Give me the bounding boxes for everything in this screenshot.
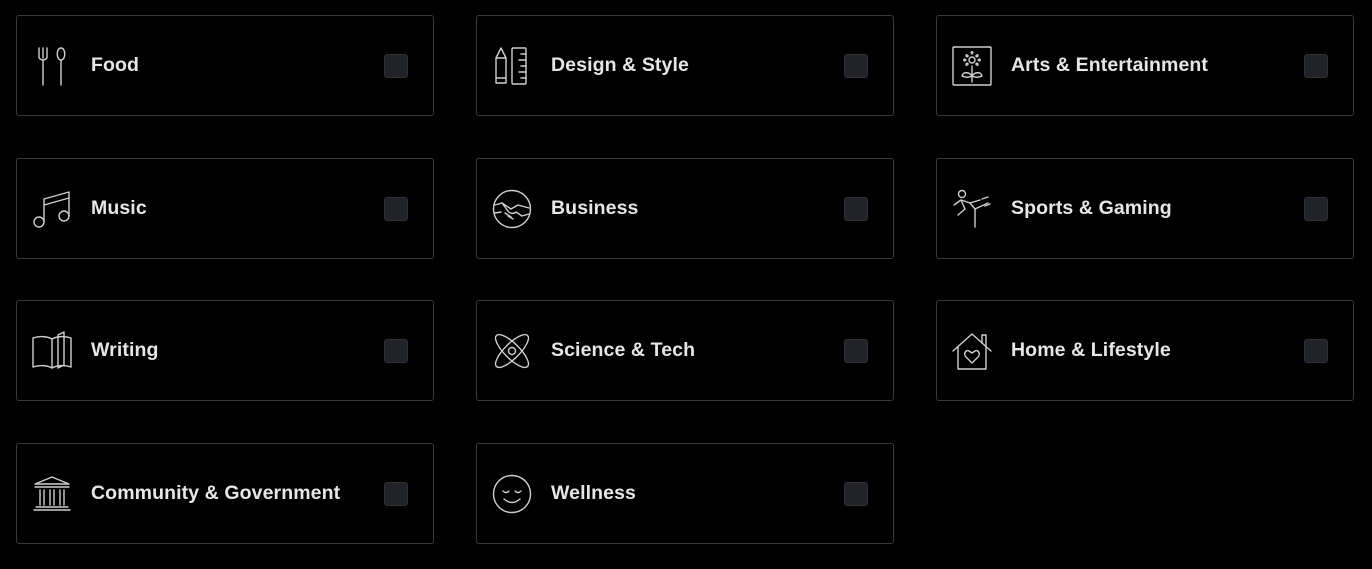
category-checkbox[interactable] xyxy=(1304,197,1328,221)
smiley-face-icon xyxy=(492,474,532,514)
category-grid: Food Design & Style Arts & Entertainment xyxy=(0,0,1372,569)
category-checkbox[interactable] xyxy=(844,54,868,78)
category-card-science-tech[interactable]: Science & Tech xyxy=(476,300,894,401)
category-label: Home & Lifestyle xyxy=(1011,339,1171,361)
category-checkbox[interactable] xyxy=(384,482,408,506)
category-label: Music xyxy=(91,197,147,219)
category-label: Writing xyxy=(91,339,159,361)
category-card-home-lifestyle[interactable]: Home & Lifestyle xyxy=(936,300,1354,401)
category-checkbox[interactable] xyxy=(384,197,408,221)
category-checkbox[interactable] xyxy=(844,482,868,506)
category-card-community-government[interactable]: Community & Government xyxy=(16,443,434,544)
category-card-arts-entertainment[interactable]: Arts & Entertainment xyxy=(936,15,1354,116)
atom-icon xyxy=(492,331,532,371)
framed-flower-icon xyxy=(952,46,992,86)
category-card-sports-gaming[interactable]: Sports & Gaming xyxy=(936,158,1354,259)
category-label: Community & Government xyxy=(91,482,341,504)
category-checkbox[interactable] xyxy=(384,54,408,78)
category-checkbox[interactable] xyxy=(384,339,408,363)
category-card-business[interactable]: Business xyxy=(476,158,894,259)
category-card-design-style[interactable]: Design & Style xyxy=(476,15,894,116)
category-label: Food xyxy=(91,54,140,76)
category-label: Arts & Entertainment xyxy=(1011,54,1209,76)
category-checkbox[interactable] xyxy=(1304,54,1328,78)
category-label: Business xyxy=(551,197,639,219)
fork-spoon-icon xyxy=(32,46,72,86)
category-card-food[interactable]: Food xyxy=(16,15,434,116)
government-building-icon xyxy=(32,474,72,514)
category-label: Design & Style xyxy=(551,54,689,76)
category-checkbox[interactable] xyxy=(844,339,868,363)
category-label: Wellness xyxy=(551,482,636,504)
handshake-icon xyxy=(492,189,532,229)
category-card-wellness[interactable]: Wellness xyxy=(476,443,894,544)
open-book-icon xyxy=(32,331,72,371)
category-card-writing[interactable]: Writing xyxy=(16,300,434,401)
category-card-music[interactable]: Music xyxy=(16,158,434,259)
house-heart-icon xyxy=(952,331,992,371)
pencil-ruler-icon xyxy=(492,46,532,86)
category-checkbox[interactable] xyxy=(844,197,868,221)
category-label: Sports & Gaming xyxy=(1011,197,1172,219)
music-note-icon xyxy=(32,189,72,229)
category-checkbox[interactable] xyxy=(1304,339,1328,363)
kicking-figure-icon xyxy=(952,189,992,229)
category-label: Science & Tech xyxy=(551,339,696,361)
